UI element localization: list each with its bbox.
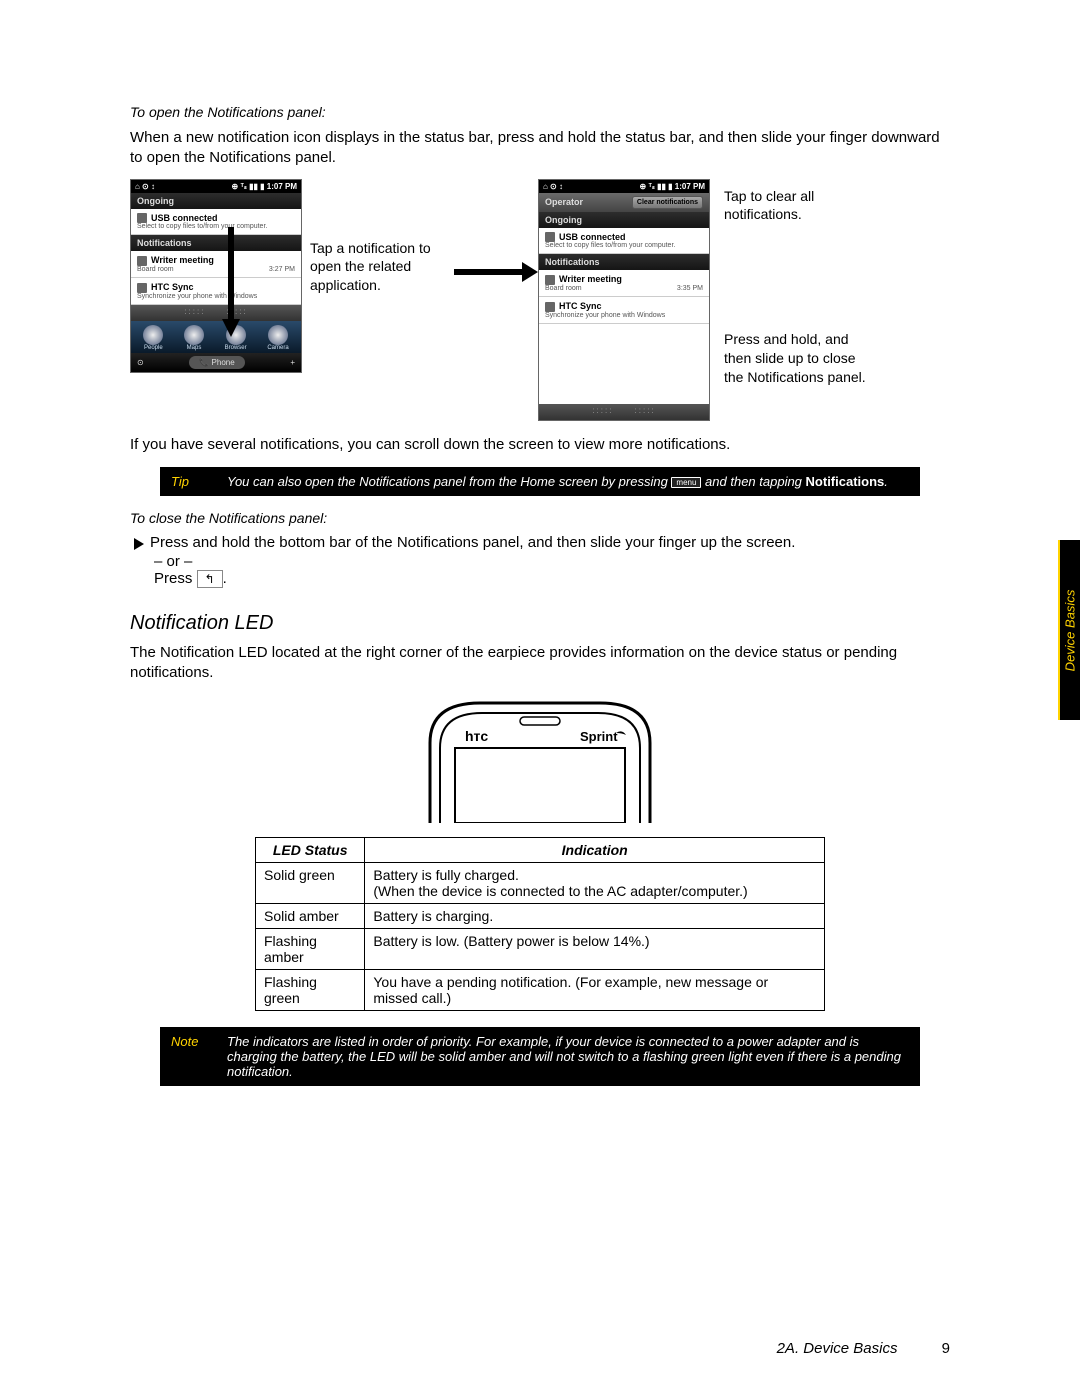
phone-screenshot-left: ⌂ ⊙ ↕ ⊕ ᵀₛ ▮▮ ▮ 1:07 PM Ongoing USB conn…: [130, 179, 302, 374]
subheading-open: To open the Notifications panel:: [130, 104, 950, 120]
note-tag: Note: [161, 1028, 217, 1085]
intro-open: When a new notification icon displays in…: [130, 128, 950, 169]
th-status: LED Status: [256, 838, 365, 863]
figure-row: ⌂ ⊙ ↕ ⊕ ᵀₛ ▮▮ ▮ 1:07 PM Ongoing USB conn…: [130, 179, 950, 421]
sync-icon: [137, 283, 147, 293]
page-number: 9: [942, 1340, 950, 1357]
maps-icon: [184, 325, 204, 345]
led-table: LED Status Indication Solid greenBattery…: [255, 837, 825, 1011]
notif-writer: Writer meeting Board room3:35 PM: [539, 270, 709, 297]
notifications-label: Notifications: [539, 254, 709, 270]
caption-close: Press and hold, and then slide up to clo…: [724, 330, 874, 387]
note-body: The indicators are listed in order of pr…: [217, 1028, 919, 1085]
notif-writer: Writer meeting Board room3:27 PM: [131, 251, 301, 278]
phone-screenshot-right: ⌂ ⊙ ↕ ⊕ ᵀₛ ▮▮ ▮ 1:07 PM Operator Clear n…: [538, 179, 710, 421]
usb-icon: [137, 213, 147, 223]
notif-sync: HTC Sync Synchronize your phone with Win…: [539, 297, 709, 324]
status-left: ⌂ ⊙ ↕: [135, 182, 155, 191]
tip-tag: Tip: [161, 468, 217, 495]
section-title-led: Notification LED: [130, 612, 950, 635]
bottom-bar: ⊙ 📞 Phone +: [131, 353, 301, 372]
table-row: Solid greenBattery is fully charged. (Wh…: [256, 863, 825, 904]
arrow-right-icon: [454, 269, 524, 275]
caption-tap-notification: Tap a notification to open the related a…: [310, 239, 440, 296]
side-tab: Device Basics: [1058, 540, 1080, 720]
table-row: Solid amberBattery is charging.: [256, 904, 825, 929]
tip-box: Tip You can also open the Notifications …: [160, 467, 920, 496]
triangle-bullet-icon: [134, 538, 144, 550]
menu-key-icon: menu: [671, 477, 701, 488]
usb-icon: [545, 232, 555, 242]
people-icon: [143, 325, 163, 345]
page: To open the Notifications panel: When a …: [0, 0, 1080, 1160]
notif-sync: HTC Sync Synchronize your phone with Win…: [131, 278, 301, 305]
table-row: Flashing amberBattery is low. (Battery p…: [256, 929, 825, 970]
drag-handle-icon: ::::: :::::: [539, 404, 709, 420]
notifications-label: Notifications: [131, 235, 301, 251]
page-footer: 2A. Device Basics 9: [777, 1340, 950, 1357]
calendar-icon: [137, 256, 147, 266]
side-tab-label: Device Basics: [1063, 589, 1078, 671]
phone-button: 📞 Phone: [189, 356, 244, 369]
press-back-line: Press ↰.: [154, 570, 950, 588]
brand-left: hтc: [465, 728, 488, 744]
sync-icon: [545, 302, 555, 312]
or-line: – or –: [154, 553, 950, 570]
note-box: Note The indicators are listed in order …: [160, 1027, 920, 1086]
ongoing-label: Ongoing: [131, 193, 301, 209]
status-right: ⊕ ᵀₛ ▮▮ ▮ 1:07 PM: [232, 182, 297, 191]
operator-label: Operator: [545, 197, 583, 207]
notif-usb: USB connected Select to copy files to/fr…: [131, 209, 301, 236]
th-indication: Indication: [365, 838, 825, 863]
status-left: ⌂ ⊙ ↕: [543, 182, 563, 191]
table-row: Flashing greenYou have a pending notific…: [256, 970, 825, 1011]
subheading-close: To close the Notifications panel:: [130, 510, 950, 526]
status-right: ⊕ ᵀₛ ▮▮ ▮ 1:07 PM: [640, 182, 705, 191]
camera-icon: [268, 325, 288, 345]
phone-outline-figure: hтc Sprint: [130, 693, 950, 823]
caption-clear: Tap to clear all notifications.: [724, 187, 874, 225]
scroll-note: If you have several notifications, you c…: [130, 435, 950, 455]
calendar-icon: [545, 275, 555, 285]
clear-notifications-button: Clear notifications: [632, 196, 703, 209]
led-intro: The Notification LED located at the righ…: [130, 643, 950, 684]
notif-usb: USB connected Select to copy files to/fr…: [539, 228, 709, 255]
tip-body: You can also open the Notifications pane…: [217, 468, 919, 495]
close-step: Press and hold the bottom bar of the Not…: [134, 534, 950, 551]
drag-handle-icon: ::::: :::::: [131, 305, 301, 321]
ongoing-label: Ongoing: [539, 212, 709, 228]
brand-right: Sprint: [580, 729, 618, 744]
footer-section: 2A. Device Basics: [777, 1340, 898, 1357]
dock: People Maps Browser Camera: [131, 321, 301, 353]
back-key-icon: ↰: [197, 570, 223, 588]
arrow-down-icon: [222, 319, 240, 337]
